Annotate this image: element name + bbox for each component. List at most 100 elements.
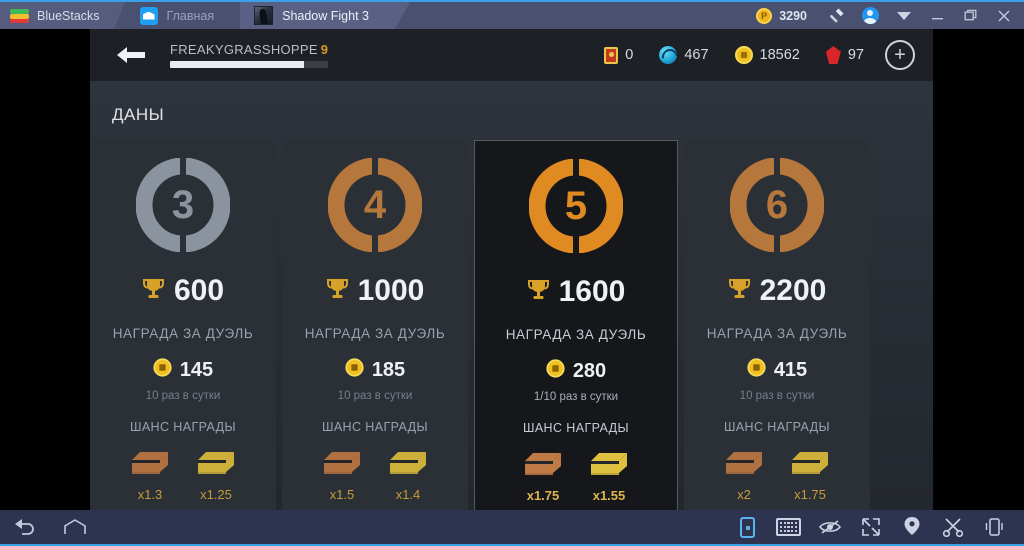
- chest-multiplier-value: x1.75: [794, 487, 826, 502]
- resource-bar: 0 467 18562 97 +: [591, 40, 933, 70]
- gold-coin-icon: [153, 358, 172, 382]
- duel-reward-coin-value: 145: [179, 359, 214, 381]
- chest-cell: x1.75: [788, 447, 832, 502]
- per-day-limit: 10 раз в сутки: [337, 390, 413, 402]
- hammer-icon[interactable]: [819, 1, 853, 30]
- chest-multiplier-value: x1.3: [137, 487, 163, 502]
- ticket-icon: [604, 46, 619, 64]
- rank-card-4[interactable]: 4 1000 НАГРАДА ЗА ДУЭЛЬ 185 10 раз в сутки ША…: [282, 140, 468, 512]
- location-pin-icon[interactable]: [891, 509, 932, 545]
- fullscreen-icon[interactable]: [850, 509, 891, 545]
- tab-home[interactable]: Главная: [125, 2, 241, 29]
- per-day-limit: 10 раз в сутки: [739, 390, 815, 402]
- bluestacks-titlebar: BlueStacks Главная Shadow Fight 3 P 3290: [0, 0, 1024, 29]
- chest-cell: x1.4: [386, 447, 430, 502]
- tab-strip: Главная Shadow Fight 3: [125, 2, 410, 29]
- android-home-icon[interactable]: [50, 509, 100, 545]
- rank-number: 3: [171, 183, 195, 227]
- gold-coin-icon: [747, 358, 766, 382]
- duel-reward-coins: 185: [345, 358, 405, 382]
- gold-coin-icon: [546, 359, 565, 383]
- bluestacks-points[interactable]: P 3290: [744, 7, 819, 24]
- game-thumbnail-icon: [254, 6, 274, 25]
- bluestacks-brand[interactable]: BlueStacks: [0, 2, 125, 29]
- chest-cell: x1.5: [320, 447, 364, 502]
- resource-gold[interactable]: 18562: [722, 46, 813, 64]
- rank-number: 6: [765, 183, 789, 227]
- player-progress: FREAKYGRASSHOPPE 9: [170, 42, 328, 68]
- resource-gold-value: 18562: [759, 47, 800, 63]
- letterbox-right: [933, 29, 1024, 510]
- chest-multiplier-value: x1.5: [329, 487, 355, 502]
- trophy-requirement: 2200: [728, 274, 827, 307]
- chest-cell: x2: [722, 447, 766, 502]
- chest-cell: x1.75: [521, 448, 565, 503]
- gem-icon: [825, 46, 841, 64]
- tab-home-label: Главная: [166, 8, 215, 23]
- chevron-down-icon[interactable]: [887, 1, 921, 30]
- trophy-value: 600: [173, 274, 225, 307]
- resource-gems[interactable]: 97: [813, 46, 877, 64]
- rank-card-5[interactable]: 5 1600 НАГРАДА ЗА ДУЭЛЬ 280 1/10 раз в сутки…: [474, 140, 678, 512]
- rank-card-3[interactable]: 3 600 НАГРАДА ЗА ДУЭЛЬ 145 10 раз в сутки ШАН…: [90, 140, 276, 512]
- titlebar-actions: P 3290: [744, 2, 1024, 29]
- chest-cell: x1.55: [587, 448, 631, 503]
- duel-reward-coins: 280: [546, 359, 606, 383]
- duel-reward-label: НАГРАДА ЗА ДУЭЛЬ: [706, 326, 848, 341]
- game-stage: FREAKYGRASSHOPPE 9 0 467 18562 97 + ДАНЫ…: [0, 29, 1024, 512]
- trophy-requirement: 1600: [527, 277, 625, 307]
- minimize-button[interactable]: [921, 1, 954, 30]
- gold-chest-icon: [587, 448, 631, 478]
- bluestacks-brand-label: BlueStacks: [37, 8, 100, 23]
- rank-card-6[interactable]: 6 2200 НАГРАДА ЗА ДУЭЛЬ 415 10 раз в сутки ША…: [684, 140, 870, 512]
- tab-shadow-fight-3-label: Shadow Fight 3: [282, 8, 369, 23]
- rank-badge-icon: 6: [730, 158, 824, 252]
- rank-card-list: 3 600 НАГРАДА ЗА ДУЭЛЬ 145 10 раз в сутки ШАН…: [90, 140, 933, 512]
- chest-multiplier-value: x1.25: [200, 487, 232, 502]
- chest-multipliers: x2 x1.75: [722, 447, 832, 502]
- reward-chance-label: ШАНС НАГРАДЫ: [321, 420, 429, 434]
- chest-multiplier-value: x1.55: [592, 488, 626, 503]
- tab-shadow-fight-3[interactable]: Shadow Fight 3: [240, 2, 410, 29]
- bronze-chest-icon: [722, 447, 766, 477]
- trophy-requirement: 1000: [326, 276, 424, 306]
- player-name: FREAKYGRASSHOPPE: [170, 42, 318, 57]
- chest-multiplier-value: x2: [737, 487, 751, 502]
- user-avatar-icon[interactable]: [853, 1, 887, 30]
- reward-chance-label: ШАНС НАГРАДЫ: [522, 421, 630, 435]
- resource-tickets[interactable]: 0: [591, 46, 646, 64]
- gold-chest-icon: [386, 447, 430, 477]
- chest-cell: x1.25: [194, 447, 238, 502]
- avatar: [861, 7, 879, 24]
- gold-chest-icon: [788, 447, 832, 477]
- bluestacks-points-value: 3290: [779, 8, 807, 23]
- trophy-value: 2200: [759, 274, 827, 307]
- rank-badge-icon: 4: [328, 158, 422, 252]
- resource-tickets-value: 0: [625, 47, 634, 63]
- gold-coin-icon: [345, 358, 364, 382]
- bluestacks-points-icon: P: [756, 7, 773, 24]
- resource-energy[interactable]: 467: [646, 46, 721, 64]
- per-day-limit: 1/10 раз в сутки: [533, 391, 619, 403]
- keymapping-icon[interactable]: [727, 509, 768, 545]
- keyboard-icon[interactable]: [768, 509, 809, 545]
- rank-badge-icon: 5: [529, 159, 623, 253]
- back-arrow-icon[interactable]: [112, 36, 150, 74]
- rank-number: 4: [363, 183, 387, 227]
- duel-reward-coin-value: 415: [773, 359, 808, 381]
- duel-reward-coins: 145: [153, 358, 213, 382]
- eye-slash-icon[interactable]: [809, 509, 850, 545]
- close-button[interactable]: [987, 1, 1020, 30]
- bronze-chest-icon: [320, 447, 364, 477]
- android-back-icon[interactable]: [0, 509, 50, 545]
- trophy-icon: [728, 277, 751, 305]
- chest-multiplier-value: x1.75: [526, 488, 560, 503]
- resource-energy-value: 467: [684, 47, 709, 63]
- letterbox-left: [0, 29, 90, 510]
- duel-reward-label: НАГРАДА ЗА ДУЭЛЬ: [304, 326, 446, 341]
- add-resources-button[interactable]: +: [885, 40, 915, 70]
- page-title: ДАНЫ: [112, 105, 165, 124]
- shake-device-icon[interactable]: [973, 509, 1014, 545]
- maximize-button[interactable]: [954, 1, 987, 30]
- scissors-screenshot-icon[interactable]: [932, 509, 973, 545]
